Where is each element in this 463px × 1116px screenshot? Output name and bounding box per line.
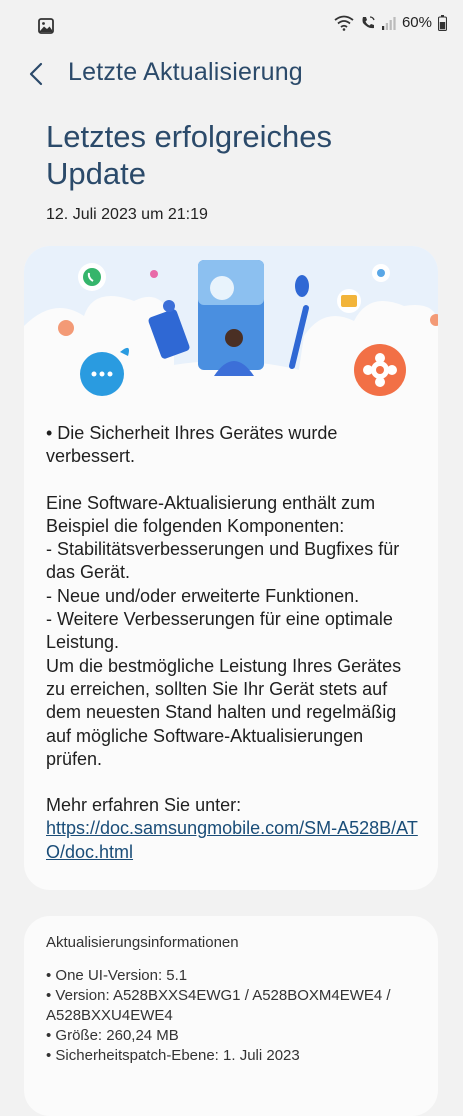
info-item-version: • Version: A528BXXS4EWG1 / A528BOXM4EWE4…: [46, 987, 391, 1024]
back-button[interactable]: [18, 56, 54, 92]
update-illustration: [24, 246, 438, 402]
wifi-icon: [334, 15, 354, 31]
update-info-title: Aktualisierungsinformationen: [46, 934, 239, 951]
update-date: 12. Juli 2023 um 21:19: [46, 206, 208, 223]
signal-icon: [381, 15, 396, 31]
update-info-card: Aktualisierungsinformationen • One UI-Ve…: [24, 916, 438, 1116]
documentation-link[interactable]: https://doc.samsungmobile.com/SM-A528B/A…: [46, 818, 418, 861]
status-icons: 60%: [334, 14, 447, 31]
advice-text: Um die bestmögliche Leistung Ihres Gerät…: [46, 655, 402, 769]
security-note: • Die Sicherheit Ihres Gerätes wurde ver…: [46, 423, 338, 467]
app-bar: Letzte Aktualisierung: [0, 52, 463, 96]
wifi-calling-icon: [360, 15, 376, 31]
components-intro: Eine Software-Aktualisierung enthält zum…: [46, 492, 376, 536]
info-item-security-patch: • Sicherheitspatch-Ebene: 1. Juli 2023: [46, 1047, 300, 1064]
page-title: Letztes erfolgreiches Update: [46, 119, 333, 191]
back-arrow-icon: [29, 62, 43, 86]
release-notes: • Die Sicherheit Ihres Gerätes wurde ver…: [46, 422, 422, 864]
component-item: - Neue und/oder erweiterte Funktionen.: [46, 585, 360, 606]
battery-percent: 60%: [401, 14, 432, 31]
component-item: - Weitere Verbesserungen für eine optima…: [46, 609, 393, 653]
app-bar-title: Letzte Aktualisierung: [68, 58, 303, 86]
battery-icon: [438, 14, 447, 31]
update-info-list: • One UI-Version: 5.1 • Version: A528BXX…: [46, 966, 426, 1066]
info-item-ui-version: • One UI-Version: 5.1: [46, 967, 188, 984]
more-info-label: Mehr erfahren Sie unter:: [46, 795, 242, 816]
status-bar: 60%: [0, 0, 463, 52]
info-item-size: • Größe: 260,24 MB: [46, 1027, 179, 1044]
component-item: - Stabilitätsverbesserungen und Bugfixes…: [46, 539, 400, 583]
gallery-icon: [38, 18, 54, 34]
release-notes-card: • Die Sicherheit Ihres Gerätes wurde ver…: [24, 246, 438, 890]
